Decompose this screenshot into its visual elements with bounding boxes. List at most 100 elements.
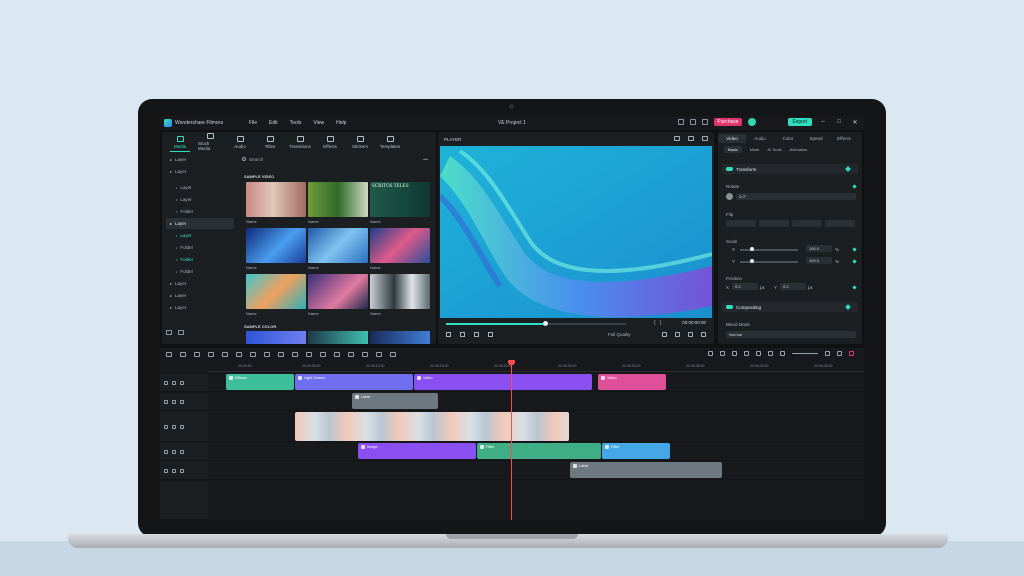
undo-icon[interactable] <box>180 351 186 357</box>
position-x-field[interactable]: 0.0 <box>732 283 758 290</box>
video-preview[interactable] <box>440 146 712 318</box>
tree-item[interactable]: • Layer <box>166 230 234 241</box>
menu-help[interactable]: Help <box>336 120 346 126</box>
redo-icon[interactable] <box>194 351 200 357</box>
display-icon[interactable] <box>674 136 680 141</box>
purchase-button[interactable]: Purchase <box>714 118 742 126</box>
lock-icon[interactable] <box>172 468 176 473</box>
audio-icon[interactable] <box>688 332 693 337</box>
keyframe-icon[interactable] <box>845 166 851 172</box>
eye-icon[interactable] <box>688 136 694 141</box>
tree-item[interactable]: • Layer <box>166 182 234 193</box>
subtab-ai-tools[interactable]: AI Tools <box>767 147 781 152</box>
tree-item[interactable]: • Folder <box>166 266 234 277</box>
eye-icon[interactable] <box>180 449 184 454</box>
color-thumb[interactable] <box>246 331 306 344</box>
tree-item[interactable]: • Folder <box>166 242 234 253</box>
flip-vertical-button[interactable] <box>726 220 756 227</box>
tree-item[interactable]: ▸ Layer <box>166 154 234 165</box>
clip-filter[interactable]: Filter <box>602 443 670 459</box>
previous-frame-icon[interactable] <box>446 332 451 337</box>
keyframe-icon[interactable] <box>845 304 851 310</box>
text-icon[interactable] <box>390 351 396 357</box>
rotate-dial[interactable] <box>726 193 733 200</box>
tab-stock-media[interactable]: Stock Media <box>198 132 222 152</box>
play-icon[interactable] <box>474 332 479 337</box>
tab-transitions[interactable]: Transitions <box>288 132 312 152</box>
speed-icon[interactable] <box>292 351 298 357</box>
save-icon[interactable] <box>690 119 697 125</box>
minimize-icon[interactable]: – <box>818 119 828 125</box>
tab-effects[interactable]: Effects <box>318 132 342 152</box>
zoom-out-icon[interactable] <box>780 351 785 356</box>
screen-icon[interactable] <box>662 332 667 337</box>
scale-x-slider[interactable] <box>740 249 798 251</box>
shield-icon[interactable] <box>720 351 725 356</box>
stop-icon[interactable] <box>488 332 493 337</box>
menu-edit[interactable]: Edit <box>269 120 278 126</box>
avatar[interactable] <box>747 118 756 126</box>
tree-item[interactable]: ▸ Layer <box>166 290 234 301</box>
clip-image-sequence[interactable] <box>295 412 569 441</box>
keyframe-icon[interactable] <box>852 285 857 290</box>
transform-toggle[interactable] <box>726 167 733 171</box>
search-input[interactable]: Search <box>249 157 263 162</box>
cut-icon[interactable] <box>236 351 242 357</box>
clip-label[interactable]: Label <box>570 462 722 478</box>
mask-icon[interactable] <box>278 351 284 357</box>
mic-icon[interactable] <box>744 351 749 356</box>
link-icon[interactable] <box>768 351 773 356</box>
eye-icon[interactable] <box>180 468 184 473</box>
fullscreen-icon[interactable] <box>701 332 706 337</box>
color-icon[interactable] <box>320 351 326 357</box>
timeline-ruler[interactable]: 00:00:00 00:00:05:00 00:00:10:00 00:00:15:0… <box>208 362 864 372</box>
media-thumb[interactable]: Name <box>308 274 368 318</box>
snap-icon[interactable] <box>756 351 761 356</box>
media-thumb[interactable]: Name <box>370 274 430 318</box>
eye-icon[interactable] <box>180 424 184 429</box>
rotate-right-button[interactable] <box>825 220 855 227</box>
tab-effects-props[interactable]: Effects <box>830 136 858 141</box>
clip-filter[interactable]: Filter <box>477 443 601 459</box>
media-thumb[interactable]: Name <box>246 274 306 318</box>
media-thumb[interactable]: Name <box>308 182 368 226</box>
subtab-animation[interactable]: Animation <box>790 147 808 152</box>
audio-meter-icon[interactable] <box>849 351 854 356</box>
media-thumb[interactable]: Name <box>308 228 368 272</box>
tree-item[interactable]: ▸ Layer <box>166 302 234 313</box>
media-thumb[interactable]: SCRITOS TELES Name <box>370 182 430 226</box>
transform-section[interactable]: Transform <box>722 164 858 174</box>
clip-label[interactable]: Label <box>352 393 438 409</box>
clip-effects[interactable]: Effects <box>226 374 294 390</box>
position-y-field[interactable]: 0.0 <box>780 283 806 290</box>
detach-icon[interactable] <box>362 351 368 357</box>
tree-item[interactable]: • Folder <box>166 254 234 265</box>
delete-icon[interactable] <box>208 351 214 357</box>
compositing-section[interactable]: Compositing <box>722 302 858 312</box>
split-icon[interactable] <box>222 351 228 357</box>
lock-icon[interactable] <box>172 380 176 385</box>
marker-icon[interactable] <box>732 351 737 356</box>
tree-item[interactable]: • Layer <box>166 194 234 205</box>
clip-video[interactable]: Video <box>598 374 666 390</box>
rewind-icon[interactable] <box>460 332 465 337</box>
render-icon[interactable] <box>708 351 713 356</box>
subtab-mask[interactable]: Mask <box>750 147 760 152</box>
eye-icon[interactable] <box>180 380 184 385</box>
lock-icon[interactable] <box>172 449 176 454</box>
tree-item[interactable]: • Folder <box>166 206 234 217</box>
clip-image[interactable]: Image <box>358 443 476 459</box>
menu-view[interactable]: View <box>313 120 324 126</box>
rotate-left-button[interactable] <box>792 220 822 227</box>
zoom-icon[interactable] <box>264 351 270 357</box>
scale-x-field[interactable]: 100.0 <box>806 245 832 252</box>
media-search[interactable]: Search ••• <box>242 154 432 164</box>
tree-item[interactable]: ▸ Layer <box>166 278 234 289</box>
snapshot-icon[interactable] <box>675 332 680 337</box>
subtab-basic[interactable]: Basic <box>724 145 742 153</box>
clip-video[interactable]: Video <box>414 374 592 390</box>
lock-icon[interactable] <box>172 399 176 404</box>
tab-video[interactable]: Video <box>718 133 746 143</box>
media-thumb[interactable]: Name <box>246 228 306 272</box>
media-thumb[interactable]: Name <box>370 228 430 272</box>
